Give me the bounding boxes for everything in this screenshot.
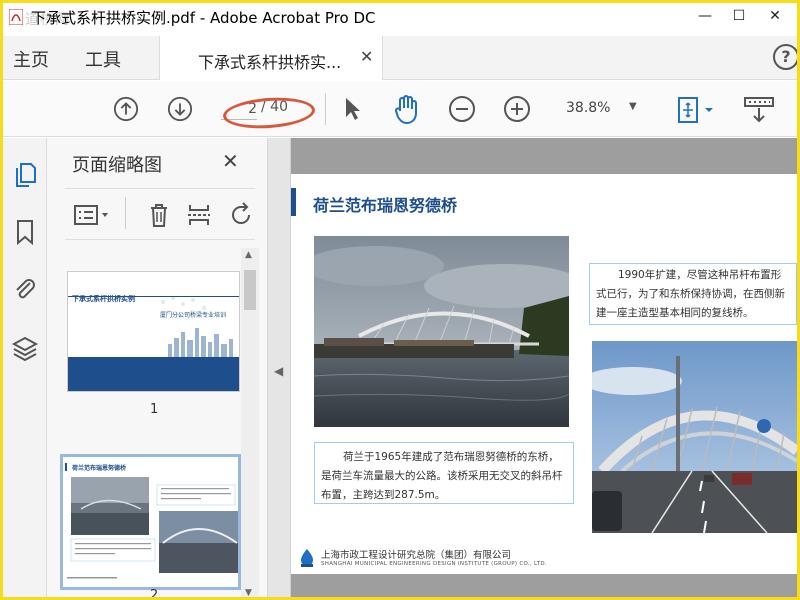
options-menu-icon[interactable] bbox=[73, 201, 113, 229]
layers-icon[interactable] bbox=[11, 334, 39, 362]
tab-bar: 主页 工具 下承式系杆拱桥实... ✕ ? bbox=[3, 36, 797, 80]
page-thumbnail-1-label: 1 bbox=[150, 402, 159, 417]
tab-document[interactable]: 下承式系杆拱桥实... ✕ bbox=[159, 36, 383, 80]
acrobat-icon bbox=[9, 9, 23, 25]
scrollbar-thumb[interactable] bbox=[244, 270, 256, 310]
toolbar: 2 / 40 38.8% ▼ bbox=[3, 81, 797, 137]
next-page-button[interactable] bbox=[167, 96, 193, 122]
title-bar: 道桥网 下承式系杆拱桥实例.pdf - Adobe Acrobat Pro DC… bbox=[3, 3, 797, 31]
description-west-text: 1990年扩建，尽管这种吊杆布置形式已行，为了和东桥保持协调，在西侧新建一座主造… bbox=[596, 269, 785, 319]
close-window-button[interactable]: ✕ bbox=[755, 5, 795, 27]
description-east-text: 荷兰于1965年建成了范布瑞恩努德桥的东桥，是荷兰车流量最大的公路。该桥采用无交… bbox=[321, 451, 563, 501]
close-panel-button[interactable]: ✕ bbox=[222, 149, 239, 173]
bridge-photo-east bbox=[314, 236, 569, 427]
thumb1-title: 下承式系杆拱桥实例 bbox=[72, 295, 135, 303]
tool-divider bbox=[125, 197, 126, 229]
tab-document-label: 下承式系杆拱桥实... bbox=[198, 53, 342, 72]
page-thumbnail-1[interactable]: 下承式系杆拱桥实例 厦门分公司桥梁专业培训 bbox=[67, 271, 240, 392]
app-window: 道桥网 下承式系杆拱桥实例.pdf - Adobe Acrobat Pro DC… bbox=[0, 0, 800, 600]
company-logo-icon bbox=[301, 549, 313, 567]
panel-collapse-handle[interactable]: ◀ bbox=[268, 138, 291, 597]
zoom-level[interactable]: 38.8% bbox=[566, 100, 610, 116]
left-icon-rail bbox=[3, 138, 47, 597]
zoom-dropdown-icon[interactable]: ▼ bbox=[629, 101, 637, 112]
hand-tool-icon[interactable] bbox=[392, 93, 422, 125]
zoom-out-button[interactable] bbox=[448, 95, 476, 123]
collapse-arrow-icon[interactable]: ◀ bbox=[274, 364, 283, 378]
tab-home[interactable]: 主页 bbox=[13, 46, 49, 72]
scroll-up-icon[interactable]: ▲ bbox=[245, 250, 252, 260]
page-thumbnail-2-label: 2 bbox=[150, 588, 159, 600]
thumbnails-panel: 页面缩略图 ✕ ▲ ▼ 下承式系杆拱桥实例 厦门分公司桥梁专业培训 1 荷兰范布… bbox=[47, 138, 268, 600]
attachments-icon[interactable] bbox=[11, 275, 39, 303]
toolbar-divider bbox=[325, 93, 326, 125]
read-mode-icon[interactable] bbox=[743, 95, 775, 125]
bookmarks-icon[interactable] bbox=[11, 218, 39, 246]
fit-page-icon[interactable] bbox=[675, 95, 717, 125]
page-thumbnails-icon[interactable] bbox=[11, 160, 39, 188]
zoom-in-button[interactable] bbox=[503, 95, 531, 123]
window-title: 下承式系杆拱桥实例.pdf - Adobe Acrobat Pro DC bbox=[31, 9, 376, 27]
bridge-photo-road bbox=[592, 341, 797, 533]
page-thumbnail-2[interactable]: 荷兰范布瑞恩努德桥 bbox=[60, 454, 241, 590]
pdf-page: 荷兰范布瑞恩努德桥 1990年扩建，尽管这种吊杆布置形式已行，为了和东桥保持协调… bbox=[291, 174, 797, 574]
footer-company-english: SHANGHAI MUNICIPAL ENGINEERING DESIGN IN… bbox=[321, 561, 547, 567]
thumb2-heading: 荷兰范布瑞恩努德桥 bbox=[72, 465, 127, 472]
thumbnail-scrollbar[interactable]: ▲ ▼ bbox=[241, 248, 259, 597]
cover-slide-preview bbox=[68, 272, 239, 391]
thumb1-subtitle: 厦门分公司桥梁专业培训 bbox=[160, 312, 227, 319]
extract-page-icon[interactable] bbox=[185, 201, 213, 229]
document-view: 荷兰范布瑞恩努德桥 1990年扩建，尽管这种吊杆布置形式已行，为了和东桥保持协调… bbox=[291, 138, 797, 597]
description-east-bridge: 荷兰于1965年建成了范布瑞恩努德桥的东桥，是荷兰车流量最大的公路。该桥采用无交… bbox=[314, 442, 574, 504]
close-tab-button[interactable]: ✕ bbox=[360, 47, 373, 66]
previous-page-button[interactable] bbox=[113, 96, 139, 122]
select-cursor-icon[interactable] bbox=[341, 95, 363, 123]
page-heading: 荷兰范布瑞恩努德桥 bbox=[313, 196, 458, 215]
delete-page-icon[interactable] bbox=[145, 201, 173, 229]
help-button[interactable]: ? bbox=[773, 44, 797, 70]
tab-tools[interactable]: 工具 bbox=[85, 46, 121, 72]
scroll-down-icon[interactable]: ▼ bbox=[245, 588, 252, 597]
thumbnails-title: 页面缩略图 bbox=[72, 155, 162, 176]
description-west-bridge: 1990年扩建，尽管这种吊杆布置形式已行，为了和东桥保持协调，在西侧新建一座主造… bbox=[589, 263, 797, 325]
thumbnail-toolbar bbox=[65, 188, 255, 240]
heading-accent-bar bbox=[291, 188, 296, 216]
maximize-button[interactable]: ☐ bbox=[719, 5, 759, 27]
footer-company-name: 上海市政工程设计研究总院（集团）有限公司 bbox=[321, 550, 512, 561]
page2-preview bbox=[63, 457, 238, 587]
rotate-icon[interactable] bbox=[227, 201, 255, 229]
